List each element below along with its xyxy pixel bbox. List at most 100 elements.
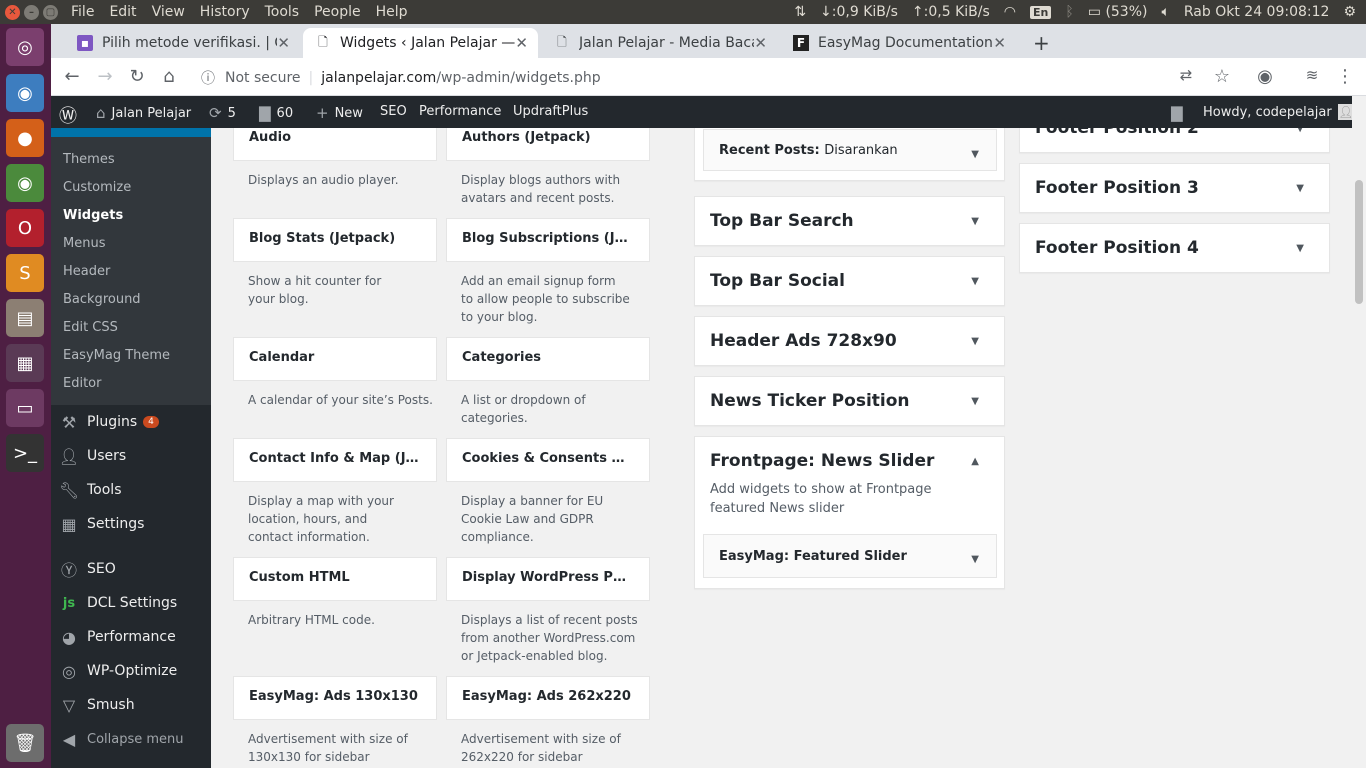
bluetooth-icon[interactable]: ᛒ	[1065, 4, 1073, 20]
firefox-icon[interactable]: ●	[6, 119, 44, 157]
chevron-down-icon[interactable]: ▼	[971, 396, 979, 407]
chevron-down-icon[interactable]: ▼	[1296, 183, 1304, 194]
widget-area-header-ads[interactable]: Header Ads 728x90 ▼	[694, 316, 1005, 366]
sublime-text-icon[interactable]: S	[6, 254, 44, 292]
widget-authors[interactable]: Authors (Jetpack)	[446, 128, 650, 161]
sidebar-item-wp-optimize[interactable]: ◎ WP-Optimize	[51, 654, 211, 688]
submenu-edit-css[interactable]: Edit CSS	[63, 320, 118, 335]
volume-icon[interactable]: 🔈︎	[1161, 4, 1169, 20]
settings-gear-icon[interactable]: ⚙	[1343, 4, 1356, 20]
back-icon[interactable]: ←	[61, 66, 83, 87]
widget-categories[interactable]: Categories	[446, 337, 650, 381]
trash-icon[interactable]: 🗑︎	[6, 724, 44, 762]
featured-slider-widget[interactable]: EasyMag: Featured Slider ▼	[703, 534, 997, 578]
performance-link[interactable]: Performance	[419, 104, 501, 119]
seo-link[interactable]: SEO	[380, 104, 407, 119]
submenu-editor[interactable]: Editor	[63, 376, 101, 391]
chevron-down-icon[interactable]: ▼	[971, 276, 979, 287]
collapse-menu-button[interactable]: ◀ Collapse menu	[51, 722, 211, 756]
sidebar-item-tools[interactable]: 🔧︎ Tools	[51, 473, 211, 507]
tab-easymag-docs[interactable]: F EasyMag Documentation ✕	[781, 28, 1016, 58]
widget-calendar[interactable]: Calendar	[233, 337, 437, 381]
submenu-themes[interactable]: Themes	[63, 152, 115, 167]
browser-menu-icon[interactable]: ⋮	[1334, 66, 1356, 87]
ubuntu-dash-icon[interactable]: ◎	[6, 28, 44, 66]
submenu-menus[interactable]: Menus	[63, 236, 105, 251]
widget-cookies-consents[interactable]: Cookies & Consents Bann...	[446, 438, 650, 482]
extension-icon[interactable]: ◉	[1254, 66, 1276, 87]
wifi-icon[interactable]: ◠	[1004, 4, 1016, 20]
maximize-window-icon[interactable]: ▢	[43, 4, 58, 20]
close-tab-icon[interactable]: ✕	[754, 34, 767, 52]
sidebar-item-users[interactable]: 👤︎ Users	[51, 439, 211, 473]
updraftplus-link[interactable]: UpdraftPlus	[513, 104, 588, 119]
comments-link[interactable]: ▇ 60	[259, 104, 293, 122]
widget-contact-info[interactable]: Contact Info & Map (Jetp...	[233, 438, 437, 482]
close-window-icon[interactable]: ✕	[5, 4, 20, 20]
sidebar-item-plugins[interactable]: ⚒ Plugins 4	[51, 405, 211, 439]
widget-audio[interactable]: Audio	[233, 128, 437, 161]
submenu-easymag-theme[interactable]: EasyMag Theme	[63, 348, 170, 363]
submenu-header[interactable]: Header	[63, 264, 110, 279]
menu-tools[interactable]: Tools	[265, 4, 300, 20]
chevron-down-icon[interactable]: ▼	[1296, 243, 1304, 254]
wordpress-logo-icon[interactable]: Ⓦ	[59, 102, 77, 128]
widget-area-footer-4[interactable]: Footer Position 4 ▼	[1019, 223, 1330, 273]
menu-people[interactable]: People	[314, 4, 361, 20]
area-title[interactable]: Frontpage: News Slider	[710, 451, 934, 471]
sidebar-item-seo[interactable]: Ⓨ SEO	[51, 552, 211, 586]
reload-icon[interactable]: ↻	[126, 66, 148, 87]
widget-custom-html[interactable]: Custom HTML	[233, 557, 437, 601]
menu-file[interactable]: File	[71, 4, 94, 20]
chevron-down-icon[interactable]: ▼	[971, 336, 979, 347]
chevron-down-icon[interactable]: ▼	[971, 216, 979, 227]
widget-easymag-ads-130[interactable]: EasyMag: Ads 130x130	[233, 676, 437, 720]
window-app-icon[interactable]: ▭	[6, 389, 44, 427]
submenu-customize[interactable]: Customize	[63, 180, 131, 195]
recent-posts-widget[interactable]: Recent Posts: Disarankan ▼	[703, 129, 997, 171]
sidebar-item-settings[interactable]: ▦ Settings	[51, 507, 211, 541]
clock[interactable]: Rab Okt 24 09:08:12	[1184, 4, 1330, 20]
workspace-switcher-icon[interactable]: ▦	[6, 344, 44, 382]
scrollbar-thumb[interactable]	[1355, 180, 1363, 304]
updates-link[interactable]: ⟳ 5	[209, 104, 236, 122]
sidebar-item-dcl-settings[interactable]: js DCL Settings	[51, 586, 211, 620]
notifications-icon[interactable]: ▇	[1171, 104, 1183, 122]
menu-view[interactable]: View	[152, 4, 185, 20]
new-tab-icon[interactable]: +	[1033, 31, 1050, 55]
extension-icon-2[interactable]: ≋	[1301, 66, 1323, 84]
widget-easymag-ads-262[interactable]: EasyMag: Ads 262x220	[446, 676, 650, 720]
chevron-down-icon[interactable]: ▼	[971, 554, 979, 565]
menu-help[interactable]: Help	[376, 4, 408, 20]
keyboard-layout[interactable]: En	[1029, 5, 1052, 19]
submenu-widgets[interactable]: Widgets	[63, 208, 123, 223]
terminal-icon[interactable]: >_	[6, 434, 44, 472]
menu-edit[interactable]: Edit	[109, 4, 136, 20]
info-icon[interactable]: ⓘ	[201, 68, 215, 88]
widget-area-footer-2[interactable]: Footer Position 2 ▼	[1019, 128, 1330, 153]
account-menu[interactable]: Howdy, codepelajar 👤︎	[1203, 104, 1354, 120]
chevron-up-icon[interactable]: ▲	[971, 456, 979, 467]
widget-area-top-bar-search[interactable]: Top Bar Search ▼	[694, 196, 1005, 246]
menu-history[interactable]: History	[200, 4, 250, 20]
home-icon[interactable]: ⌂	[158, 66, 180, 87]
submenu-background[interactable]: Background	[63, 292, 141, 307]
chevron-down-icon[interactable]: ▼	[1296, 128, 1304, 134]
new-content-link[interactable]: + New	[316, 104, 363, 122]
close-tab-icon[interactable]: ✕	[993, 34, 1006, 52]
widget-display-wordpress-posts[interactable]: Display WordPress Posts ...	[446, 557, 650, 601]
sidebar-item-smush[interactable]: ▽ Smush	[51, 688, 211, 722]
chromium-icon[interactable]: ◉	[6, 74, 44, 112]
file-manager-icon[interactable]: ▤	[6, 299, 44, 337]
address-bar[interactable]: ⓘ Not secure | jalanpelajar.com/wp-admin…	[201, 68, 601, 88]
minimize-window-icon[interactable]: –	[24, 4, 39, 20]
sidebar-item-performance[interactable]: ◕ Performance	[51, 620, 211, 654]
close-tab-icon[interactable]: ✕	[277, 34, 290, 52]
chevron-down-icon[interactable]: ▼	[971, 149, 979, 160]
widget-area-footer-3[interactable]: Footer Position 3 ▼	[1019, 163, 1330, 213]
page-scrollbar[interactable]	[1352, 96, 1366, 768]
bookmark-star-icon[interactable]: ☆	[1211, 66, 1233, 87]
battery-indicator[interactable]: ▭ (53%)	[1088, 4, 1148, 20]
site-name-link[interactable]: ⌂ Jalan Pelajar	[96, 104, 191, 122]
widget-area-news-ticker[interactable]: News Ticker Position ▼	[694, 376, 1005, 426]
